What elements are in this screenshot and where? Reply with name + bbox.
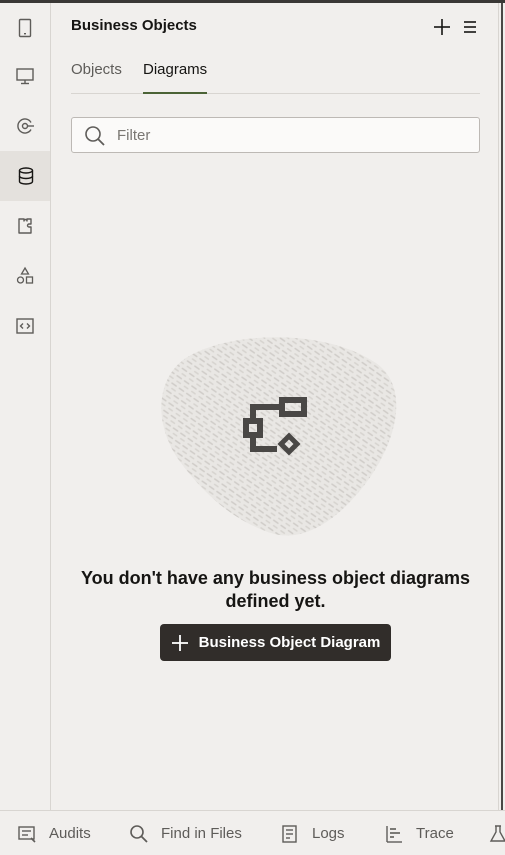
- trace-icon: [386, 825, 402, 843]
- desktop-icon: [16, 68, 34, 85]
- panel-title: Business Objects: [71, 17, 197, 34]
- search-icon: [85, 126, 105, 146]
- components-button[interactable]: [0, 201, 50, 251]
- panel-splitter[interactable]: [498, 3, 505, 810]
- flask-icon: [489, 824, 505, 842]
- filter-field[interactable]: [71, 117, 480, 153]
- empty-state-message: You don't have any business object diagr…: [80, 568, 471, 611]
- business-objects-panel: Business Objects Objects Diagrams Filter…: [51, 3, 498, 810]
- business-objects-button[interactable]: [0, 151, 50, 201]
- trace-label: Trace: [416, 825, 454, 842]
- tests-tab[interactable]: [488, 811, 505, 855]
- logs-icon: [282, 824, 297, 843]
- tab-diagrams[interactable]: Diagrams: [143, 61, 208, 94]
- processes-button[interactable]: [0, 251, 50, 301]
- trace-tab[interactable]: Trace: [384, 811, 454, 855]
- mobile-apps-button[interactable]: [0, 3, 50, 53]
- find-in-files-tab[interactable]: Find in Files: [129, 811, 242, 855]
- hamburger-icon: [464, 21, 476, 33]
- audits-label: Audits: [49, 825, 91, 842]
- logs-label: Logs: [312, 825, 345, 842]
- filter-input[interactable]: [117, 124, 467, 146]
- button-label: Business Object Diagram: [198, 634, 381, 651]
- web-apps-button[interactable]: [0, 51, 50, 101]
- add-button[interactable]: [430, 15, 454, 39]
- texture-blob: [161, 337, 397, 536]
- tab-objects[interactable]: Objects: [71, 61, 122, 94]
- shapes-icon: [16, 266, 34, 284]
- panel-menu-button[interactable]: [458, 15, 482, 39]
- code-icon: [16, 318, 34, 334]
- find-in-files-label: Find in Files: [161, 825, 242, 842]
- bottom-tool-bar: Audits Find in Files Logs Trace: [0, 810, 505, 855]
- empty-diagram-illustration: [161, 337, 397, 536]
- service-connection-icon: [17, 118, 34, 134]
- add-business-object-diagram-button[interactable]: Business Object Diagram: [160, 624, 391, 661]
- audits-icon: [18, 825, 36, 843]
- plus-icon: [434, 19, 450, 35]
- component-icon: [18, 218, 32, 234]
- navigator-rail: [0, 3, 51, 810]
- services-button[interactable]: [0, 101, 50, 151]
- audits-tab[interactable]: Audits: [17, 811, 91, 855]
- logs-tab[interactable]: Logs: [280, 811, 345, 855]
- panel-tabs: Objects Diagrams: [71, 59, 480, 94]
- source-button[interactable]: [0, 301, 50, 351]
- plus-icon: [171, 634, 188, 651]
- database-icon: [18, 167, 34, 185]
- search-icon: [130, 824, 148, 843]
- mobile-icon: [18, 18, 32, 38]
